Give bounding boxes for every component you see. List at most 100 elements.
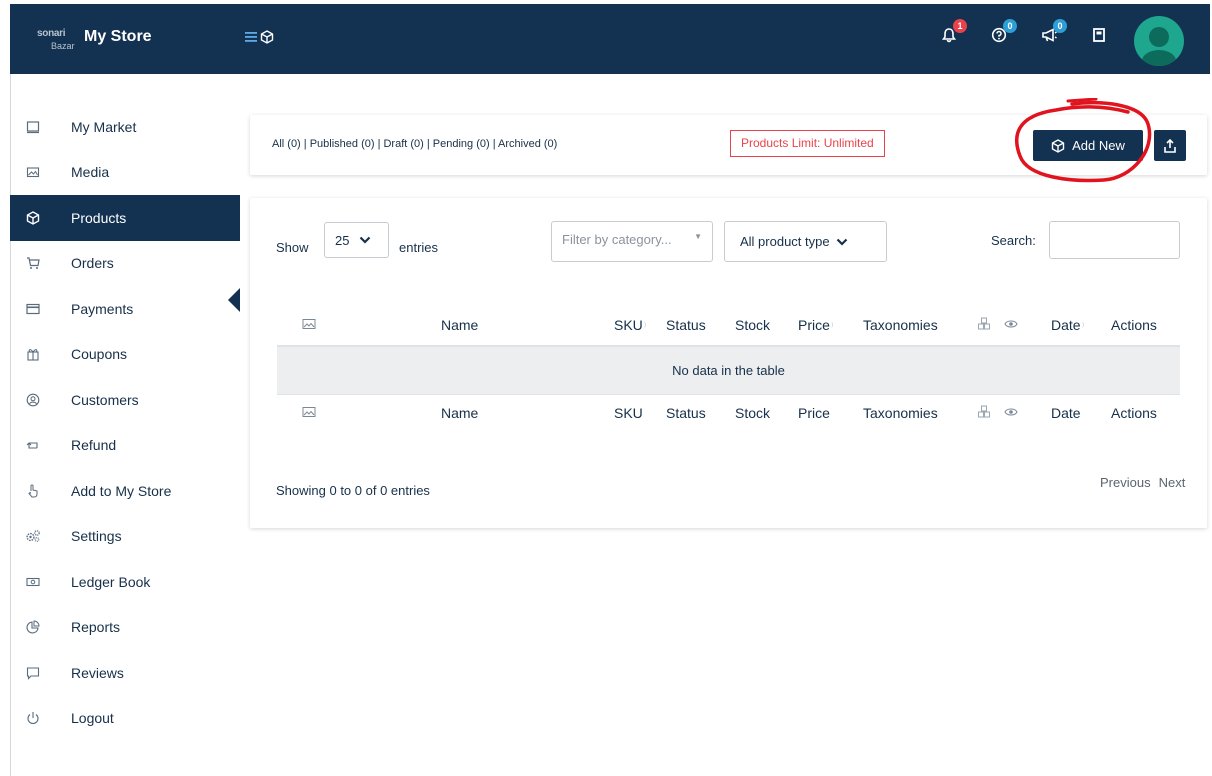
image-icon — [302, 405, 316, 421]
column-header-sku-label: SKU — [614, 317, 643, 333]
category-filter-select[interactable]: Filter by category... ▼ — [551, 221, 713, 262]
add-new-button[interactable]: Add New — [1033, 130, 1143, 161]
user-circle-icon — [25, 392, 41, 408]
column-footer-date: Date — [1051, 405, 1081, 421]
sidebar-item-label: Orders — [71, 255, 114, 272]
eye-icon — [1004, 317, 1018, 333]
user-avatar[interactable] — [1134, 16, 1184, 66]
product-type-select[interactable]: All product type — [724, 221, 887, 262]
column-header-name[interactable]: Name — [441, 317, 478, 333]
brand-logo-text: sonari — [37, 28, 66, 39]
cube-icon[interactable] — [260, 30, 274, 44]
cubes-icon — [977, 405, 991, 421]
cart-icon — [25, 255, 41, 271]
sidebar-item-settings[interactable]: Settings — [10, 514, 240, 560]
gift-icon — [25, 346, 41, 362]
sidebar-item-label: Add to My Store — [71, 482, 172, 499]
help-button[interactable]: 0 — [991, 19, 1017, 49]
products-table: Name SKU⁾ Status Stock Price⁾ Taxonomies… — [277, 303, 1180, 441]
products-limit-badge: Products Limit: Unlimited — [730, 130, 885, 157]
sidebar-item-label: Media — [71, 164, 110, 181]
sidebar-item-coupons[interactable]: Coupons — [10, 332, 240, 378]
column-header-date[interactable]: Date⁾ — [1051, 317, 1084, 333]
sidebar-item-my-market[interactable]: My Market — [10, 104, 240, 150]
sidebar-item-label: Reports — [71, 619, 121, 636]
sidebar-item-orders[interactable]: Orders — [10, 241, 240, 287]
column-header-taxonomies[interactable]: Taxonomies — [863, 317, 938, 333]
notifications-badge: 1 — [953, 19, 967, 33]
sidebar-item-logout[interactable]: Logout — [10, 696, 240, 742]
announcements-button[interactable]: 0 — [1041, 19, 1067, 49]
sidebar-item-reviews[interactable]: Reviews — [10, 650, 240, 696]
sidebar-item-payments[interactable]: Payments — [10, 286, 240, 332]
sidebar-item-ledger-book[interactable]: Ledger Book — [10, 559, 240, 605]
cubes-icon — [977, 317, 991, 333]
column-header-sku[interactable]: SKU⁾ — [614, 317, 647, 333]
column-header-stock[interactable]: Stock — [735, 317, 770, 333]
column-footer-sku: SKU — [614, 405, 643, 421]
products-status-card: All (0) | Published (0) | Draft (0) | Pe… — [250, 115, 1207, 175]
image-icon — [25, 164, 41, 180]
sidebar-item-media[interactable]: Media — [10, 150, 240, 196]
sidebar-item-refund[interactable]: Refund — [10, 423, 240, 469]
export-button[interactable] — [1154, 130, 1186, 161]
sidebar-item-reports[interactable]: Reports — [10, 605, 240, 651]
empty-table-message: No data in the table — [672, 363, 785, 378]
eye-icon — [1004, 405, 1018, 421]
menu-toggle[interactable] — [244, 30, 274, 44]
column-footer-taxonomies: Taxonomies — [863, 405, 938, 421]
previous-page-button[interactable]: Previous — [1100, 475, 1151, 490]
column-footer-price: Price — [798, 405, 830, 421]
table-info: Showing 0 to 0 of 0 entries — [276, 483, 430, 498]
monitor-icon — [25, 119, 41, 135]
cogs-icon — [25, 528, 41, 544]
chevron-down-icon — [836, 238, 847, 246]
search-input[interactable] — [1049, 221, 1180, 259]
sidebar-item-label: Reviews — [71, 664, 124, 681]
store-title[interactable]: My Store — [84, 28, 152, 46]
column-footer-actions: Actions — [1111, 405, 1157, 421]
products-table-card: Show 25 entries Filter by category... ▼ … — [250, 198, 1207, 528]
status-filter-links[interactable]: All (0) | Published (0) | Draft (0) | Pe… — [272, 138, 557, 150]
entries-label: entries — [399, 240, 439, 255]
hamburger-icon[interactable] — [244, 30, 258, 44]
sidebar-item-label: My Market — [71, 118, 137, 135]
column-header-price[interactable]: Price⁾ — [798, 317, 834, 333]
knowledgebase-button[interactable] — [1091, 27, 1113, 49]
sort-icon: ⁾ — [1081, 321, 1085, 333]
sidebar-item-label: Logout — [71, 710, 114, 727]
product-type-value: All product type — [740, 234, 830, 249]
brand-logo[interactable]: sonari Bazar — [37, 20, 79, 56]
announcements-badge: 0 — [1053, 19, 1067, 33]
user-avatar-icon — [1142, 27, 1176, 66]
entries-per-page-select[interactable]: 25 — [324, 222, 389, 258]
credit-card-icon — [25, 301, 41, 317]
column-header-status[interactable]: Status — [666, 317, 706, 333]
table-empty-row: No data in the table — [277, 347, 1180, 395]
chevron-down-icon — [360, 236, 371, 244]
sidebar-item-add-to-my-store[interactable]: Add to My Store — [10, 468, 240, 514]
refund-icon — [25, 437, 41, 453]
pie-chart-icon — [25, 619, 41, 635]
category-filter-placeholder: Filter by category... — [562, 232, 672, 247]
sort-icon: ⁾ — [830, 321, 834, 333]
top-navbar: sonari Bazar My Store 1 0 0 — [10, 4, 1210, 74]
sidebar-item-products[interactable]: Products — [10, 195, 240, 241]
sidebar-item-customers[interactable]: Customers — [10, 377, 240, 423]
brand-logo-subtext: Bazar — [51, 41, 75, 51]
next-page-button[interactable]: Next — [1159, 475, 1186, 490]
pagination: Previous Next — [1100, 475, 1193, 490]
add-new-label: Add New — [1072, 138, 1125, 153]
sidebar-item-label: Products — [71, 209, 127, 226]
caret-down-icon: ▼ — [694, 232, 702, 241]
notifications-button[interactable]: 1 — [941, 19, 967, 49]
sidebar-item-label: Refund — [71, 437, 117, 454]
column-header-date-label: Date — [1051, 317, 1081, 333]
money-icon — [25, 574, 41, 590]
image-icon — [302, 317, 316, 333]
sidebar-collapse-toggle[interactable] — [228, 288, 240, 312]
cube-icon — [25, 210, 41, 226]
table-header-row: Name SKU⁾ Status Stock Price⁾ Taxonomies… — [277, 303, 1180, 347]
power-icon — [25, 710, 41, 726]
comment-icon — [25, 665, 41, 681]
